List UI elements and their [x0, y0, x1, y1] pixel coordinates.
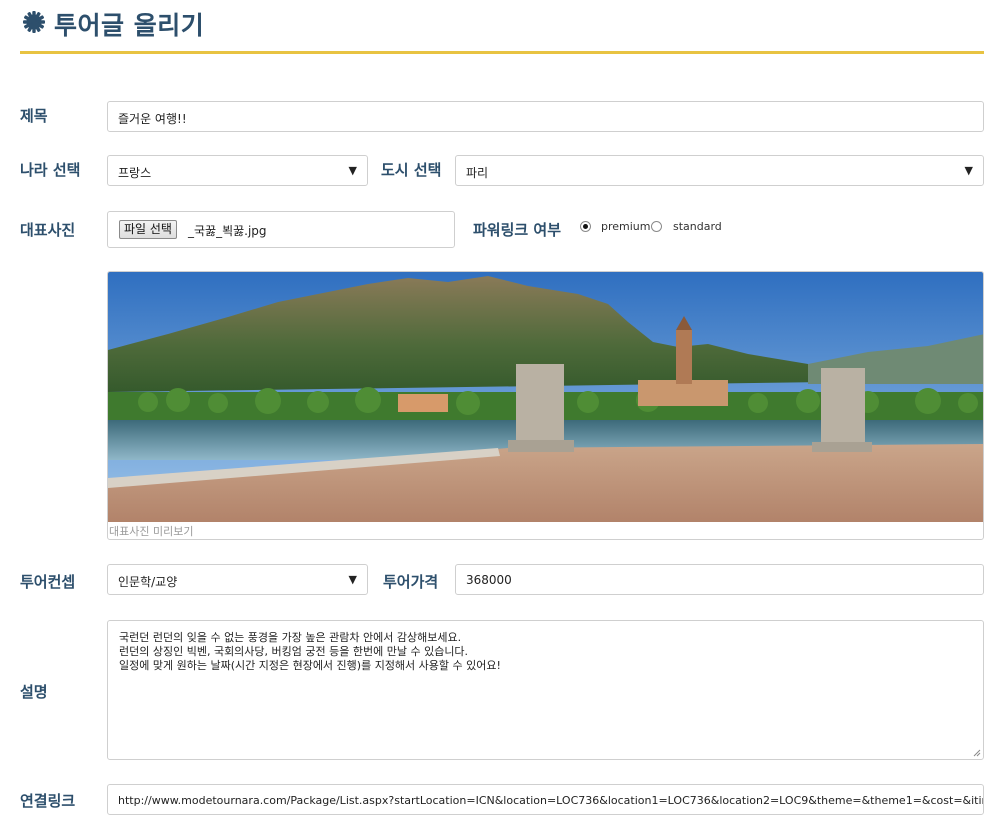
country-label: 나라 선택 [20, 161, 81, 179]
concept-label: 투어컨셉 [20, 573, 76, 591]
link-input[interactable]: http://www.modetournara.com/Package/List… [107, 784, 984, 815]
city-select-value: 파리 [466, 166, 489, 180]
country-select-value: 프랑스 [118, 166, 152, 180]
dropdown-arrow-icon: ▼ [964, 164, 973, 177]
concept-select[interactable]: 인문학/교양 ▼ [107, 564, 368, 595]
powerlink-label: 파워링크 여부 [473, 221, 562, 239]
gear-icon [23, 11, 45, 33]
powerlink-standard-label: standard [673, 220, 722, 233]
file-name: _국꿇_뵉꿇.jpg [188, 224, 267, 238]
dropdown-arrow-icon: ▼ [348, 573, 357, 586]
link-label: 연결링크 [20, 792, 76, 810]
page-title: 투어글 올리기 [54, 11, 205, 40]
page-header: 투어글 올리기 [20, 0, 984, 54]
description-textarea[interactable]: 국런던 런던의 잊을 수 없는 풍경을 가장 높은 관람차 안에서 감상해보세요… [107, 620, 984, 760]
concept-select-value: 인문학/교양 [118, 575, 178, 589]
description-label: 설명 [20, 683, 48, 701]
city-label: 도시 선택 [381, 161, 442, 179]
city-select[interactable]: 파리 ▼ [455, 155, 984, 186]
title-input-value: 즐거운 여행!! [118, 112, 187, 126]
powerlink-premium-label: premium [601, 220, 651, 233]
country-select[interactable]: 프랑스 ▼ [107, 155, 368, 186]
description-line: 일정에 맞게 원하는 날짜(시간 지정은 현장에서 진행)를 지정해서 사용할 … [119, 659, 501, 672]
price-input-value: 368000 [466, 573, 512, 587]
resize-handle-icon[interactable] [973, 749, 981, 757]
file-select-button[interactable]: 파일 선택 [119, 220, 177, 239]
photo-file-input[interactable]: 파일 선택 _국꿇_뵉꿇.jpg [107, 211, 455, 248]
photo-preview: 대표사진 미리보기 [107, 271, 984, 540]
link-input-value: http://www.modetournara.com/Package/List… [118, 794, 984, 807]
title-input[interactable]: 즐거운 여행!! [107, 101, 984, 132]
title-label: 제목 [20, 107, 48, 125]
powerlink-standard-radio[interactable] [651, 221, 662, 232]
price-label: 투어가격 [383, 573, 439, 591]
price-input[interactable]: 368000 [455, 564, 984, 595]
dropdown-arrow-icon: ▼ [348, 164, 357, 177]
photo-label: 대표사진 [20, 221, 76, 239]
powerlink-premium-radio[interactable] [580, 221, 591, 232]
preview-image [108, 272, 983, 522]
preview-caption: 대표사진 미리보기 [109, 525, 194, 538]
